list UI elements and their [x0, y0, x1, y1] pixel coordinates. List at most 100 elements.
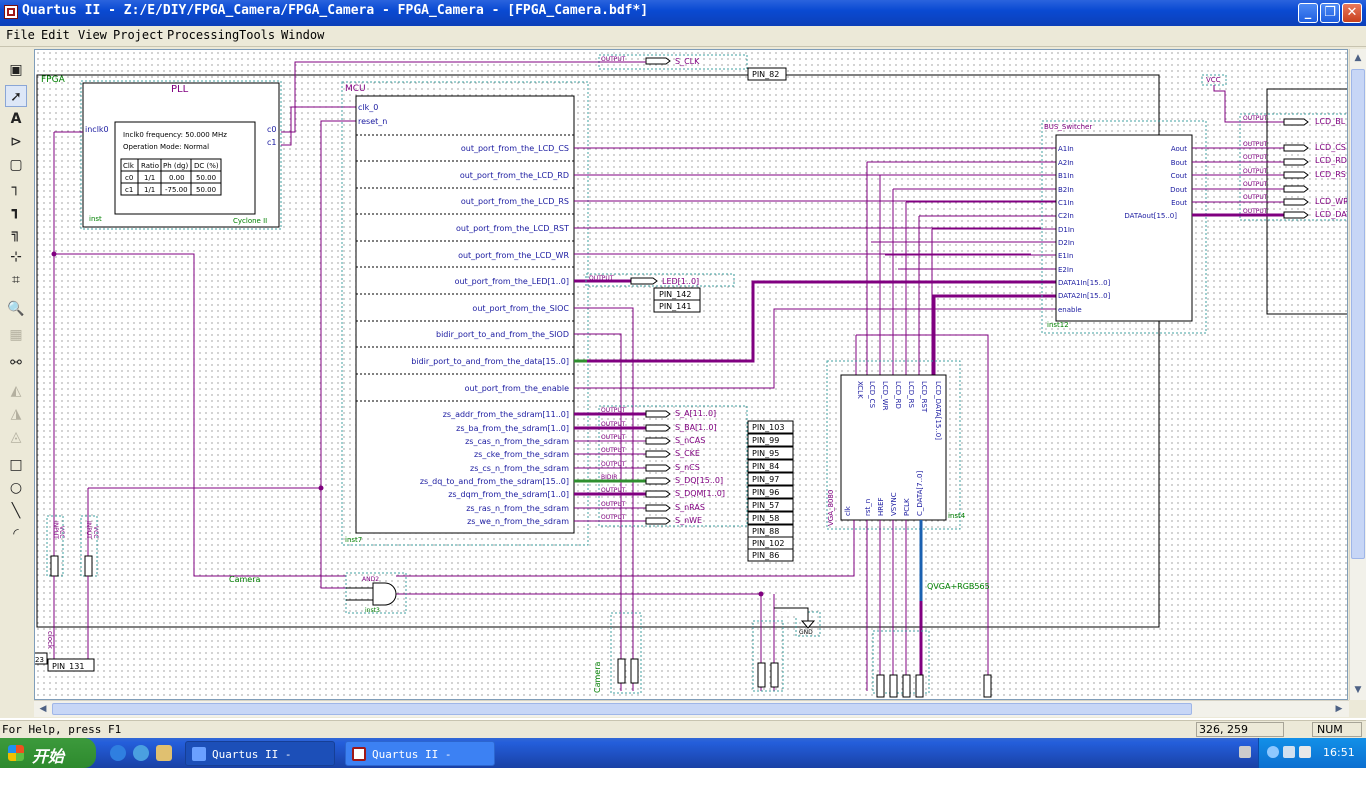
pll-h1: Ratio: [141, 162, 159, 170]
scroll-left-icon[interactable]: ◀: [36, 701, 50, 717]
bs-out-0: Aout: [1171, 145, 1187, 153]
orthogonal-bus-icon[interactable]: ┓: [5, 200, 27, 222]
pll-block: PLL Inclk0 frequency: 50.000 MHz Operati…: [80, 80, 282, 230]
mcu-sdram-2: zs_cas_n_from_the_sdram: [465, 437, 569, 446]
explorer-icon[interactable]: [156, 745, 172, 761]
bs-in-12: enable: [1058, 306, 1082, 314]
rotate-icon[interactable]: ◬: [5, 426, 27, 448]
sdram-name-3: S_CKE: [675, 449, 700, 458]
keyboard-icon[interactable]: [1239, 746, 1251, 758]
vga-inst: inst4: [948, 512, 966, 520]
symbol-icon[interactable]: ⊳: [5, 131, 27, 153]
task-quartus-2[interactable]: Quartus II - Z:/...: [345, 741, 495, 786]
ie-icon[interactable]: [110, 745, 126, 761]
rectangle-icon[interactable]: □: [5, 454, 27, 476]
gnd-symbol: GND: [774, 607, 821, 637]
status-help: For Help, press F1: [2, 723, 122, 736]
task-quartus-1[interactable]: Quartus II - Z:/...: [185, 741, 335, 786]
mcu-port-3: out_port_from_the_LCD_RST: [456, 224, 569, 233]
sdram-name-8: S_nWE: [675, 516, 702, 525]
start-button[interactable]: 开始: [0, 738, 96, 768]
sdram-name-6: S_DQM[1..0]: [675, 489, 725, 498]
bs-in-4: C1In: [1058, 199, 1074, 207]
clock-label: clock: [46, 631, 54, 650]
close-button[interactable]: ✕: [1342, 3, 1362, 23]
menu-bar: File Edit View Project Processing Tools …: [0, 26, 1366, 47]
window-icon[interactable]: ▣: [5, 59, 27, 81]
pll-r1c0: c1: [125, 186, 133, 194]
network-icon[interactable]: [1283, 746, 1295, 758]
menu-tools[interactable]: Tools: [239, 28, 275, 42]
sdram-type-7: OUTPUT: [601, 501, 626, 508]
menu-view[interactable]: View: [78, 28, 107, 42]
bs-out-4: Eout: [1171, 199, 1187, 207]
menu-window[interactable]: Window: [281, 28, 324, 42]
sdram-pin-7: PIN_58: [752, 514, 779, 523]
sdram-type-5: BIDIR: [601, 474, 617, 481]
lcd-type-3: OUTPUT: [1243, 168, 1268, 175]
pll-freq: Inclk0 frequency: 50.000 MHz: [123, 131, 227, 139]
pll-r1c2: -75.00: [165, 186, 188, 194]
menu-project[interactable]: Project: [113, 28, 164, 42]
menu-file[interactable]: File: [6, 28, 35, 42]
menu-edit[interactable]: Edit: [41, 28, 70, 42]
mcu-sdram-5: zs_dq_to_and_from_the_sdram[15..0]: [420, 477, 569, 486]
task-label-1: Quartus II - Z:/...: [212, 748, 292, 786]
lcd-data: LCD_DATA: [1315, 210, 1348, 219]
circle-icon[interactable]: ○: [5, 477, 27, 499]
flip-horizontal-icon[interactable]: ◭: [5, 380, 27, 402]
scroll-right-icon[interactable]: ▶: [1332, 701, 1346, 717]
media-icon[interactable]: [133, 745, 149, 761]
flip-vertical-icon[interactable]: ◮: [5, 403, 27, 425]
line-icon[interactable]: ╲: [5, 500, 27, 522]
vertical-scrollbar[interactable]: ▲ ▼: [1349, 49, 1366, 700]
find-icon[interactable]: ⚯: [5, 352, 27, 374]
volume-icon[interactable]: [1299, 746, 1311, 758]
arc-icon[interactable]: ◜: [5, 523, 27, 545]
vga-bot-1: rst_n: [864, 499, 872, 516]
lcd-cs: LCD_CS: [1315, 143, 1346, 152]
lcd-rd: LCD_RD: [1315, 156, 1347, 165]
status-bar: For Help, press F1 326, 259 NUM: [0, 720, 1366, 739]
mcu-block: MCU clk_0 reset_n out_port_from_the_LCD_…: [341, 81, 589, 546]
text-icon[interactable]: A: [5, 108, 27, 130]
scroll-up-icon[interactable]: ▲: [1351, 51, 1365, 65]
lcd-type-6: OUTPUT: [1243, 208, 1268, 215]
vga-top-2: LCD_WR: [881, 381, 889, 411]
bs-out-3: Dout: [1170, 186, 1187, 194]
schematic-drawing[interactable]: FPGA PLL Inclk0 frequency: 50.000 MHz Op…: [35, 50, 1348, 700]
camera-label: Camera: [229, 575, 260, 584]
schematic-canvas[interactable]: FPGA PLL Inclk0 frequency: 50.000 MHz Op…: [34, 49, 1348, 700]
tray-clock: 16:51: [1323, 746, 1355, 759]
orthogonal-node-icon[interactable]: ┐: [5, 177, 27, 199]
sdram-pin-4: PIN_97: [752, 475, 779, 484]
fullscreen-icon[interactable]: ▦: [5, 324, 27, 346]
minimize-button[interactable]: _: [1298, 3, 1318, 23]
pll-r1c1: 1/1: [144, 186, 155, 194]
quartus-app-icon[interactable]: [4, 5, 18, 19]
scroll-down-icon[interactable]: ▼: [1351, 683, 1365, 697]
conduit-icon[interactable]: ╗: [5, 223, 27, 245]
sdram-name-2: S_nCAS: [675, 436, 705, 445]
partial-line-icon[interactable]: ⌗: [5, 269, 27, 291]
pll-device: Cyclone II: [233, 217, 267, 225]
vertical-scroll-thumb[interactable]: [1351, 69, 1365, 559]
camera-bottom-label: Camera: [593, 662, 602, 693]
zoom-icon[interactable]: 🔍: [5, 298, 27, 320]
rubberbanding-icon[interactable]: ⊹: [5, 246, 27, 268]
horizontal-scrollbar[interactable]: ◀ ▶: [34, 700, 1349, 717]
horizontal-scroll-thumb[interactable]: [52, 703, 1192, 715]
tray-arrow-icon[interactable]: [1267, 746, 1279, 758]
mcu-port-8: bidir_port_to_and_from_the_data[15..0]: [411, 357, 569, 366]
lcd-type-0: OUTPUT: [1243, 115, 1268, 122]
vga-bot-2: HREF: [877, 497, 885, 516]
clock-pin: PIN_131: [52, 662, 84, 671]
block-icon[interactable]: ▢: [5, 154, 27, 176]
menu-processing[interactable]: Processing: [167, 28, 239, 42]
left-inputs: INPUT INPUT VCC VCC clock 23 PIN_131: [35, 515, 99, 672]
maximize-button[interactable]: ❐: [1320, 3, 1340, 23]
mcu-sdram-6: zs_dqm_from_the_sdram[1..0]: [448, 490, 569, 499]
vcc-label: VCC: [1206, 76, 1221, 84]
sdram-name-5: S_DQ[15..0]: [675, 476, 723, 485]
select-icon[interactable]: ➚: [5, 85, 27, 107]
